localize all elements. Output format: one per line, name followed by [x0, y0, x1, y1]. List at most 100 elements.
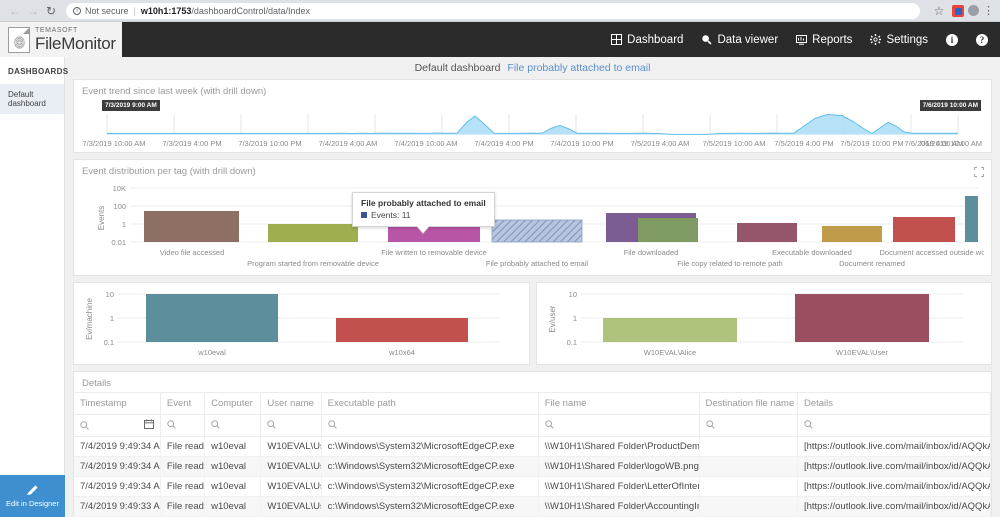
user-ytick-01: 0.1 [566, 338, 576, 347]
edit-in-designer-label: Edit in Designer [6, 499, 59, 508]
table-row[interactable]: 7/4/2019 9:49:33 AM File read w10eval W1… [74, 497, 991, 517]
user-ytick-10: 10 [568, 290, 576, 299]
event-distribution-chart[interactable]: File probably attached to email Events: … [74, 180, 991, 275]
trend-tick-1: 7/3/2019 4:00 PM [162, 139, 221, 148]
machine-cat-1: w10x64 [388, 348, 415, 357]
browser-menu-icon[interactable]: ⋮ [983, 7, 994, 15]
cell-details: [https://outlook.live.com/mail/inbox/id/… [797, 497, 990, 517]
profile-avatar-icon[interactable] [968, 5, 979, 16]
cell-computer: w10eval [205, 497, 261, 517]
dashboard-content: Default dashboard File probably attached… [65, 57, 1000, 517]
tooltip-series-value: Events: 11 [371, 210, 411, 220]
browser-toolbar: ← → ↻ i Not secure | w10h1:1753/dashboar… [0, 0, 1000, 22]
trend-tick-12: 7/6/2019 10:00 AM [919, 139, 982, 148]
column-header-details[interactable]: Details [797, 393, 990, 415]
edit-in-designer-button[interactable]: Edit in Designer [0, 475, 65, 517]
user-cat-1: W10EVAL\User [836, 348, 888, 357]
info-icon: i [73, 7, 81, 15]
events-per-machine-chart[interactable]: 10 1 0.1 Ev/machine w10eval w10x64 [74, 283, 514, 361]
cell-computer: w10eval [205, 457, 261, 477]
bar-executable-downloaded [737, 223, 797, 242]
address-bar[interactable]: i Not secure | w10h1:1753/dashboardContr… [66, 3, 920, 19]
filter-cell-timestamp[interactable] [74, 415, 160, 437]
cell-timestamp: 7/4/2019 9:49:34 AM [74, 457, 160, 477]
magnifier-data-icon [701, 34, 712, 45]
column-header-computer[interactable]: Computer [205, 393, 261, 415]
forward-arrow-icon[interactable]: → [24, 2, 42, 20]
cell-file: \\W10H1\Shared Folder\logoWB.png [538, 457, 699, 477]
cell-dest [699, 497, 797, 517]
expand-fullscreen-icon[interactable] [974, 167, 984, 177]
trend-tick-5: 7/4/2019 4:00 PM [474, 139, 533, 148]
help-icon[interactable]: ? [976, 34, 988, 46]
table-row[interactable]: 7/4/2019 9:49:34 AM File read w10eval W1… [74, 457, 991, 477]
range-handle-start[interactable]: 7/3/2019 9:00 AM [102, 100, 160, 111]
events-per-user-chart[interactable]: 10 1 0.1 Ev/user W10EVAL\Alice W10EVA [537, 283, 977, 361]
cell-dest [699, 477, 797, 497]
sidebar-item-default-dashboard[interactable]: Default dashboard [0, 84, 64, 114]
table-row[interactable]: 7/4/2019 9:49:34 AM File read w10eval W1… [74, 437, 991, 457]
cell-details: [https://outlook.live.com/mail/inbox/id/… [797, 457, 990, 477]
dist-ytick-1: 1 [122, 220, 126, 229]
security-status-label: Not secure [85, 6, 129, 16]
search-icon[interactable] [328, 420, 337, 429]
cell-file: \\W10H1\Shared Folder\ProductDemo.pptx [538, 437, 699, 457]
app-header: TEMASOFT FileMonitor Dashboard Data view… [0, 22, 1000, 57]
dist-ytick-001: 0.01 [111, 238, 126, 247]
search-icon[interactable] [211, 420, 220, 429]
filter-cell-file-name[interactable] [538, 415, 699, 437]
nav-item-reports[interactable]: Reports [796, 34, 852, 46]
filter-cell-user-name[interactable] [261, 415, 321, 437]
calendar-icon[interactable] [144, 419, 154, 432]
filter-cell-computer[interactable] [205, 415, 261, 437]
cell-exe: c:\Windows\System32\MicrosoftEdgeCP.exe [321, 437, 538, 457]
trend-tick-3: 7/4/2019 4:00 AM [319, 139, 378, 148]
filter-cell-event[interactable] [160, 415, 204, 437]
range-handle-end[interactable]: 7/6/2019 10:00 AM [920, 100, 981, 111]
column-header-event[interactable]: Event [160, 393, 204, 415]
nav-label-settings: Settings [886, 34, 928, 46]
info-icon[interactable]: i [946, 34, 958, 46]
filter-cell-executable-path[interactable] [321, 415, 538, 437]
table-filter-row [74, 415, 991, 437]
cell-user: W10EVAL\User [261, 457, 321, 477]
search-icon[interactable] [80, 421, 89, 430]
brand-company: TEMASOFT [35, 27, 116, 34]
column-header-user-name[interactable]: User name [261, 393, 321, 415]
cell-event: File read [160, 477, 204, 497]
breadcrumb: Default dashboard File probably attached… [65, 57, 1000, 79]
dist-cat-8: Document accessed outside work hours [880, 248, 984, 257]
table-row[interactable]: 7/4/2019 9:49:34 AM File read w10eval W1… [74, 477, 991, 497]
column-header-destination-file-name[interactable]: Destination file name [699, 393, 797, 415]
nav-item-data-viewer[interactable]: Data viewer [701, 34, 778, 46]
column-header-executable-path[interactable]: Executable path [321, 393, 538, 415]
nav-item-settings[interactable]: Settings [870, 34, 928, 46]
column-header-file-name[interactable]: File name [538, 393, 699, 415]
cell-event: File read [160, 497, 204, 517]
trend-tick-8: 7/5/2019 10:00 AM [703, 139, 766, 148]
cell-file: \\W10H1\Shared Folder\LetterOfIntent.doc… [538, 477, 699, 497]
report-icon [796, 34, 807, 45]
search-icon[interactable] [545, 420, 554, 429]
search-icon[interactable] [267, 420, 276, 429]
nav-item-dashboard[interactable]: Dashboard [611, 34, 683, 46]
search-icon[interactable] [804, 420, 813, 429]
event-trend-chart[interactable]: 7/3/2019 9:00 AM 7/6/2019 10:00 AM [82, 100, 983, 152]
search-icon[interactable] [167, 420, 176, 429]
search-icon[interactable] [706, 420, 715, 429]
bookmark-star-icon[interactable]: ☆ [930, 2, 948, 20]
split-charts-row: 10 1 0.1 Ev/machine w10eval w10x64 [65, 282, 1000, 371]
reload-icon[interactable]: ↻ [42, 2, 60, 20]
brand-logo: TEMASOFT FileMonitor [0, 22, 122, 57]
breadcrumb-selection-link[interactable]: File probably attached to email [507, 62, 650, 74]
tooltip-title: File probably attached to email [361, 198, 486, 208]
extension-icon[interactable] [952, 5, 964, 17]
filter-cell-destination-file-name[interactable] [699, 415, 797, 437]
filter-cell-details[interactable] [797, 415, 990, 437]
bar-last-teal [965, 196, 978, 242]
bar-w10eval [146, 294, 278, 342]
column-header-timestamp[interactable]: Timestamp [74, 393, 160, 415]
back-arrow-icon[interactable]: ← [6, 2, 24, 20]
cell-event: File read [160, 457, 204, 477]
sidebar: DASHBOARDS Default dashboard Edit in Des… [0, 57, 65, 517]
